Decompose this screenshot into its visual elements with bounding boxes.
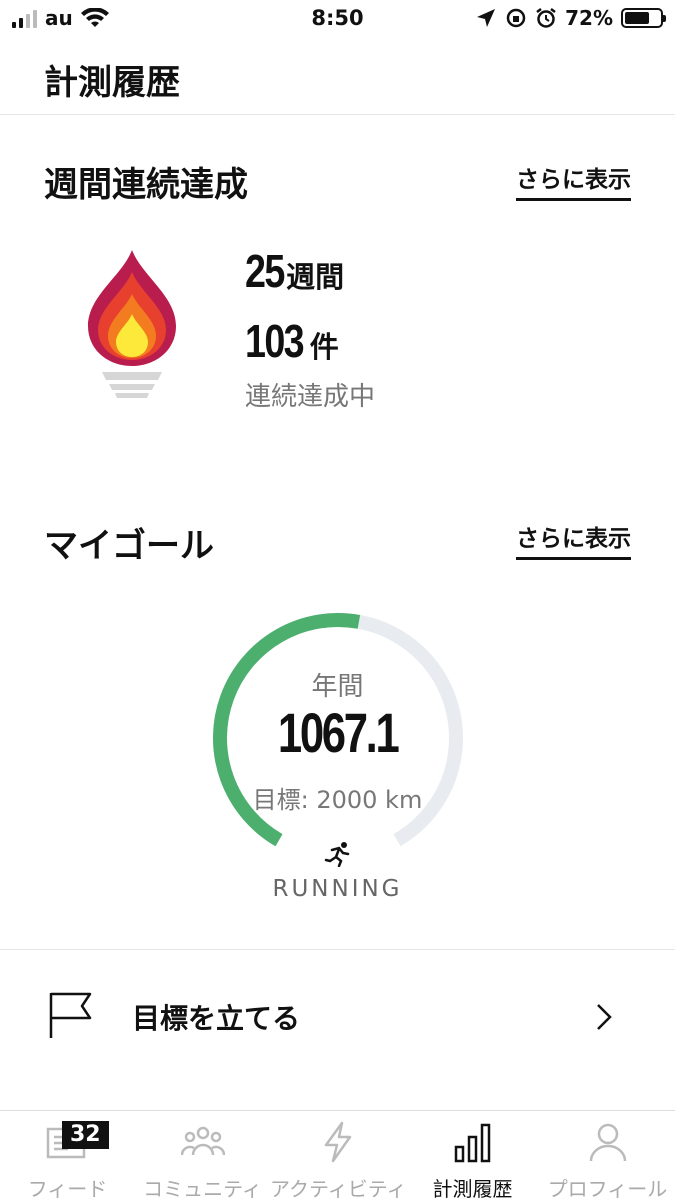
goal-section-title: マイゴール	[44, 526, 214, 566]
community-icon	[180, 1126, 225, 1156]
streak-weeks-value: 25	[245, 245, 285, 297]
goal-period: 年間	[311, 672, 364, 702]
battery-percentage: 72%	[565, 6, 613, 30]
location-arrow-icon	[477, 9, 496, 27]
tab-label: アクティビティ	[270, 1177, 407, 1200]
streak-count-unit: 件	[309, 330, 339, 364]
goal-see-more-link[interactable]: さらに表示	[516, 519, 631, 560]
feed-badge: 32	[62, 1121, 109, 1149]
streak-status: 連続達成中	[245, 382, 376, 412]
tab-label: コミュニティ	[143, 1177, 262, 1200]
alarm-icon	[536, 8, 556, 28]
streak-see-more-link[interactable]: さらに表示	[516, 160, 631, 201]
lightning-icon	[324, 1121, 351, 1163]
goal-value-text: 1067.1	[277, 701, 400, 764]
streak-count-value: 103	[245, 315, 305, 367]
set-goal-label: 目標を立てる	[132, 1002, 301, 1035]
streak-weeks: 25 週間	[245, 244, 344, 298]
tab-label: フィード	[27, 1177, 108, 1200]
tab-bar: 32 フィード コミュニティ アクティビティ 計測履歴 プロフィール	[0, 1110, 675, 1200]
streak-section-title: 週間連続達成	[44, 165, 248, 205]
person-icon	[589, 1123, 626, 1162]
tab-activity[interactable]: アクティビティ	[270, 1111, 407, 1200]
status-bar: au 8:50 72%	[0, 0, 675, 40]
tab-profile[interactable]: プロフィール	[540, 1111, 675, 1200]
rotation-lock-icon	[506, 8, 526, 28]
divider	[0, 114, 675, 115]
flame-icon	[88, 250, 176, 398]
chevron-right-icon	[597, 1004, 612, 1030]
goal-activity-type: RUNNING	[272, 876, 403, 902]
tab-community[interactable]: コミュニティ	[135, 1111, 270, 1200]
goal-target: 目標: 2000 km	[252, 786, 423, 814]
tab-history[interactable]: 計測履歴	[405, 1111, 540, 1200]
goal-value: 1067.1	[0, 700, 675, 765]
tab-label: プロフィール	[547, 1177, 668, 1200]
streak-weeks-unit: 週間	[286, 260, 345, 294]
set-goal-row[interactable]: 目標を立てる	[0, 950, 675, 1090]
battery-icon	[621, 8, 666, 28]
page-title: 計測履歴	[44, 63, 180, 103]
tab-feed[interactable]: 32 フィード	[0, 1111, 135, 1200]
tab-label: 計測履歴	[432, 1177, 513, 1200]
bar-chart-icon	[454, 1123, 490, 1163]
running-icon	[324, 842, 350, 867]
streak-count: 103 件	[245, 314, 339, 368]
flag-icon	[49, 992, 92, 1038]
